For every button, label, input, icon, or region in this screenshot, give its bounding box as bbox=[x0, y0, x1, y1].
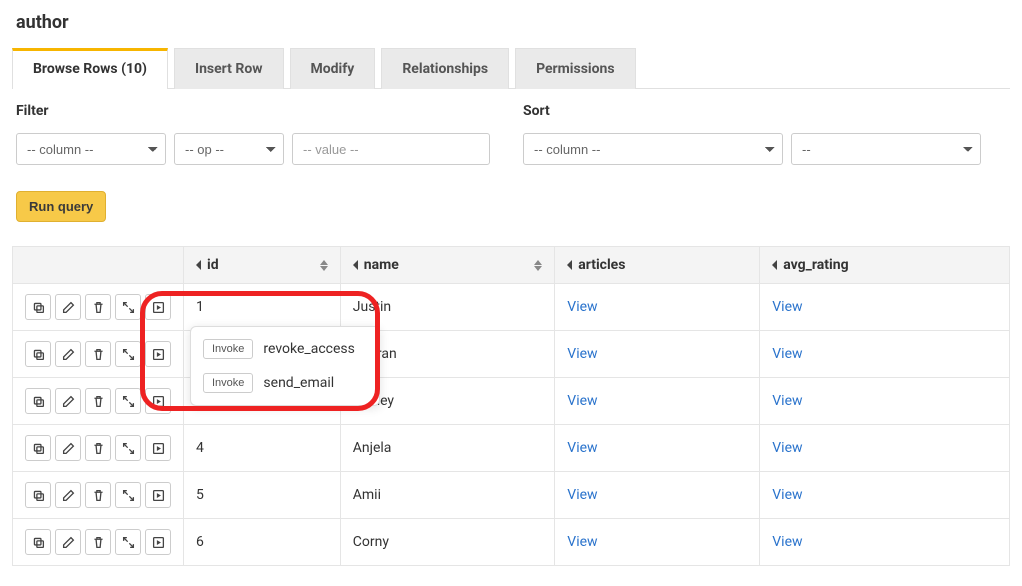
page-title: author bbox=[16, 12, 1010, 33]
tab-browse-rows[interactable]: Browse Rows (10) bbox=[12, 48, 168, 89]
invoke-button[interactable]: Invoke bbox=[203, 339, 253, 359]
expand-row-button[interactable] bbox=[115, 388, 141, 414]
data-table: id name articles avg_rating bbox=[12, 246, 1010, 566]
table-row: 4 Anjela View View bbox=[13, 425, 1010, 472]
view-avg-rating-link[interactable]: View bbox=[772, 534, 802, 550]
caret-left-icon bbox=[196, 260, 201, 270]
view-avg-rating-link[interactable]: View bbox=[772, 299, 802, 315]
sort-column-select[interactable]: -- column -- bbox=[523, 133, 783, 165]
tabs: Browse Rows (10) Insert Row Modify Relat… bbox=[12, 47, 1010, 89]
tab-insert-row[interactable]: Insert Row bbox=[174, 48, 284, 89]
col-articles-header[interactable]: articles bbox=[555, 247, 760, 284]
cell-name: Justin bbox=[353, 299, 391, 315]
actions-row-button[interactable] bbox=[145, 341, 171, 367]
actions-row-button[interactable] bbox=[145, 294, 171, 320]
edit-row-button[interactable] bbox=[55, 529, 81, 555]
view-avg-rating-link[interactable]: View bbox=[772, 440, 802, 456]
expand-row-button[interactable] bbox=[115, 482, 141, 508]
filter-label: Filter bbox=[16, 103, 499, 119]
actions-row-button[interactable] bbox=[145, 529, 171, 555]
actions-row-button[interactable] bbox=[145, 435, 171, 461]
sort-toggle-icon[interactable] bbox=[320, 260, 328, 271]
view-articles-link[interactable]: View bbox=[567, 534, 597, 550]
edit-row-button[interactable] bbox=[55, 435, 81, 461]
tab-modify[interactable]: Modify bbox=[290, 48, 376, 89]
caret-left-icon bbox=[567, 260, 572, 270]
table-row: 6 Corny View View bbox=[13, 519, 1010, 566]
edit-row-button[interactable] bbox=[55, 482, 81, 508]
cell-name: Amii bbox=[353, 487, 381, 503]
col-avg-rating-header[interactable]: avg_rating bbox=[760, 247, 1010, 284]
expand-row-button[interactable] bbox=[115, 294, 141, 320]
filter-column-select[interactable]: -- column -- bbox=[16, 133, 166, 165]
cell-id: 5 bbox=[196, 487, 204, 503]
sort-direction-select[interactable]: -- bbox=[791, 133, 981, 165]
edit-row-button[interactable] bbox=[55, 388, 81, 414]
sort-label: Sort bbox=[523, 103, 1006, 119]
col-id-header[interactable]: id bbox=[184, 247, 341, 284]
view-articles-link[interactable]: View bbox=[567, 440, 597, 456]
action-name: revoke_access bbox=[263, 341, 354, 357]
actions-row-button[interactable] bbox=[145, 482, 171, 508]
clone-row-button[interactable] bbox=[25, 482, 51, 508]
cell-id: 6 bbox=[196, 534, 204, 550]
expand-row-button[interactable] bbox=[115, 341, 141, 367]
edit-row-button[interactable] bbox=[55, 294, 81, 320]
delete-row-button[interactable] bbox=[85, 529, 111, 555]
table-row: 1 Justin View View bbox=[13, 284, 1010, 331]
expand-row-button[interactable] bbox=[115, 529, 141, 555]
view-articles-link[interactable]: View bbox=[567, 487, 597, 503]
filter-value-input[interactable] bbox=[292, 133, 490, 165]
delete-row-button[interactable] bbox=[85, 388, 111, 414]
expand-row-button[interactable] bbox=[115, 435, 141, 461]
clone-row-button[interactable] bbox=[25, 435, 51, 461]
clone-row-button[interactable] bbox=[25, 294, 51, 320]
run-query-button[interactable]: Run query bbox=[16, 191, 106, 222]
clone-row-button[interactable] bbox=[25, 341, 51, 367]
delete-row-button[interactable] bbox=[85, 435, 111, 461]
table-row: 5 Amii View View bbox=[13, 472, 1010, 519]
view-avg-rating-link[interactable]: View bbox=[772, 393, 802, 409]
caret-left-icon bbox=[353, 260, 358, 270]
col-actions-header bbox=[13, 247, 184, 284]
delete-row-button[interactable] bbox=[85, 341, 111, 367]
clone-row-button[interactable] bbox=[25, 529, 51, 555]
invoke-button[interactable]: Invoke bbox=[203, 373, 253, 393]
actions-popover: Invoke revoke_access Invoke send_email bbox=[190, 326, 380, 406]
cell-name: Corny bbox=[353, 534, 389, 550]
tab-relationships[interactable]: Relationships bbox=[381, 48, 509, 89]
view-articles-link[interactable]: View bbox=[567, 393, 597, 409]
view-avg-rating-link[interactable]: View bbox=[772, 346, 802, 362]
delete-row-button[interactable] bbox=[85, 482, 111, 508]
filter-op-select[interactable]: -- op -- bbox=[174, 133, 284, 165]
table-row: 2BeltranViewView bbox=[13, 331, 1010, 378]
actions-row-button[interactable] bbox=[145, 388, 171, 414]
clone-row-button[interactable] bbox=[25, 388, 51, 414]
view-articles-link[interactable]: View bbox=[567, 299, 597, 315]
edit-row-button[interactable] bbox=[55, 341, 81, 367]
caret-left-icon bbox=[772, 260, 777, 270]
view-avg-rating-link[interactable]: View bbox=[772, 487, 802, 503]
table-row: 3SidneyViewView bbox=[13, 378, 1010, 425]
col-name-header[interactable]: name bbox=[340, 247, 555, 284]
sort-toggle-icon[interactable] bbox=[534, 260, 542, 271]
tab-permissions[interactable]: Permissions bbox=[515, 48, 635, 89]
action-name: send_email bbox=[263, 375, 334, 391]
view-articles-link[interactable]: View bbox=[567, 346, 597, 362]
cell-name: Anjela bbox=[353, 440, 392, 456]
cell-id: 1 bbox=[196, 299, 204, 315]
cell-id: 4 bbox=[196, 440, 204, 456]
delete-row-button[interactable] bbox=[85, 294, 111, 320]
